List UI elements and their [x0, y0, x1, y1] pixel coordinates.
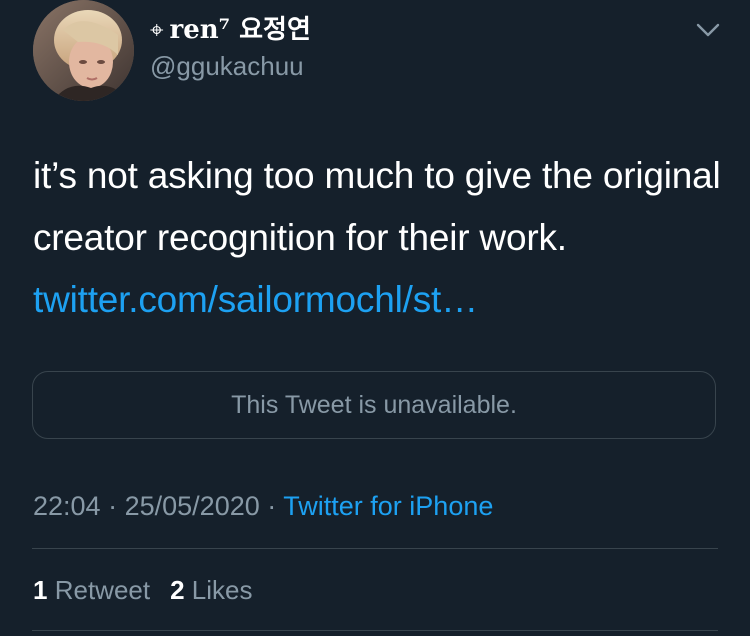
- likes-label: Likes: [191, 575, 253, 605]
- tweet-stats: 1 Retweet 2 Likes: [33, 573, 253, 607]
- author-handle[interactable]: @ggukachuu: [150, 50, 304, 82]
- meta-separator: ·: [108, 491, 118, 521]
- meta-separator: ·: [267, 491, 277, 521]
- tweet-date[interactable]: 25/05/2020: [125, 491, 260, 521]
- retweet-count: 1: [33, 575, 48, 605]
- quoted-tweet-text: This Tweet is unavailable.: [231, 390, 517, 419]
- likes-stat[interactable]: 2 Likes: [170, 575, 252, 605]
- avatar-image: [33, 0, 134, 101]
- avatar[interactable]: [33, 0, 134, 101]
- divider: [32, 630, 718, 631]
- retweet-label: Retweet: [54, 575, 151, 605]
- tweet-source[interactable]: Twitter for iPhone: [283, 491, 493, 521]
- tweet-link[interactable]: twitter.com/sailormochl/st…: [33, 279, 478, 320]
- divider: [32, 548, 718, 549]
- chevron-down-icon[interactable]: [694, 20, 722, 40]
- author-name-text: ren⁷ 요정연: [169, 15, 311, 45]
- retweet-stat[interactable]: 1 Retweet: [33, 575, 150, 605]
- tweet-metadata: 22:04 · 25/05/2020 · Twitter for iPhone: [33, 488, 493, 524]
- quoted-tweet-unavailable: This Tweet is unavailable.: [32, 371, 716, 439]
- likes-count: 2: [170, 575, 185, 605]
- tweet-body: it’s not asking too much to give the ori…: [33, 155, 721, 258]
- tweet-text: it’s not asking too much to give the ori…: [33, 145, 723, 331]
- crosshair-glyph-icon: ⌖: [150, 16, 164, 44]
- author-display-name[interactable]: ⌖ ren⁷ 요정연: [150, 14, 311, 46]
- tweet-time[interactable]: 22:04: [33, 491, 101, 521]
